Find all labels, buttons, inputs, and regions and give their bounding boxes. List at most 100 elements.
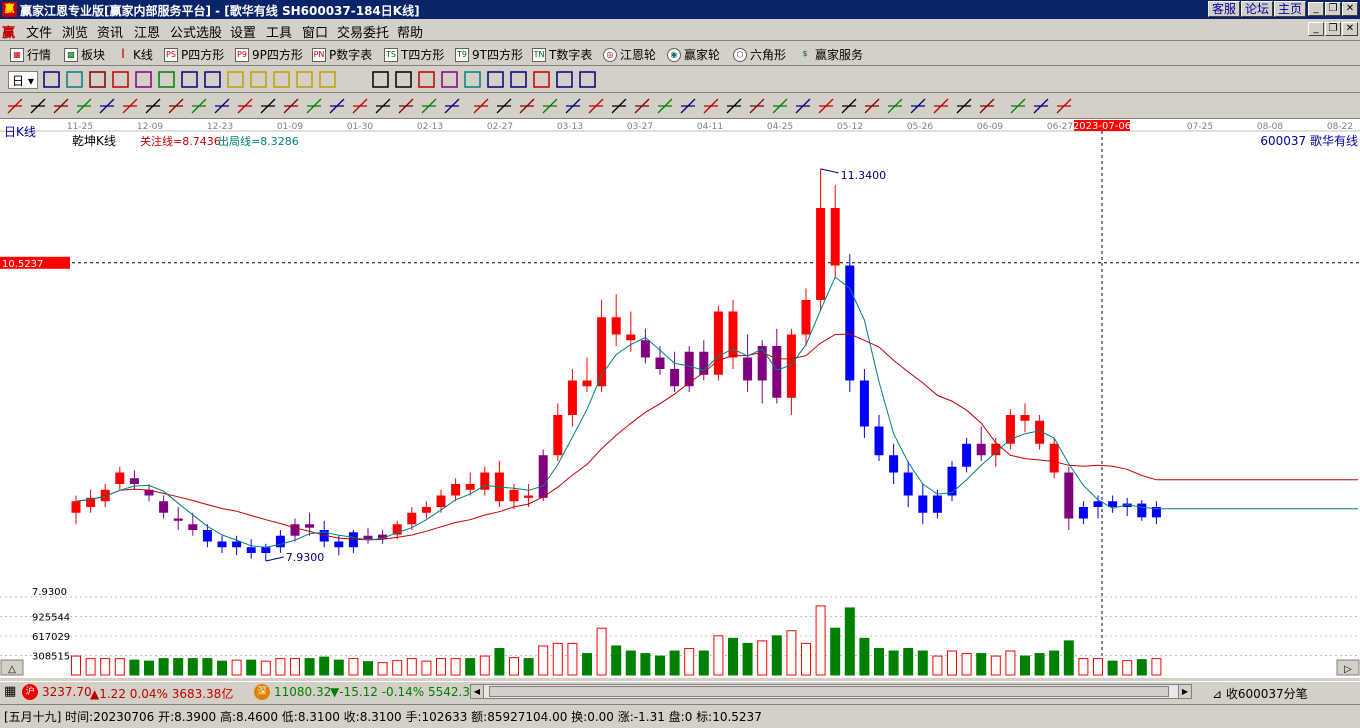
9t-square-button[interactable]: T9 9T四方形	[455, 46, 523, 63]
toolbar-tool-icon[interactable]	[556, 71, 573, 88]
drawing-tool-icon[interactable]	[611, 98, 627, 114]
drawing-tool-icon[interactable]	[168, 98, 184, 114]
9p-square-button[interactable]: P9 9P四方形	[235, 46, 303, 63]
forum-button[interactable]: 论坛	[1241, 1, 1273, 17]
drawing-tool-icon[interactable]	[329, 98, 345, 114]
chart-tools-icons[interactable]	[40, 67, 760, 93]
drawing-tool-icon[interactable]	[887, 98, 903, 114]
toolbar-tool-icon[interactable]	[579, 71, 596, 88]
drawing-tool-icon[interactable]	[818, 98, 834, 114]
p-square-button[interactable]: PS P四方形	[164, 46, 224, 63]
drawing-tool-icon[interactable]	[191, 98, 207, 114]
toolbar-tool-icon[interactable]	[227, 71, 244, 88]
toolbar-tool-icon[interactable]	[43, 71, 60, 88]
drawing-tool-icon[interactable]	[352, 98, 368, 114]
toolbar-tool-icon[interactable]	[319, 71, 336, 88]
drawing-tool-icon[interactable]	[214, 98, 230, 114]
toolbar-tool-icon[interactable]	[487, 71, 504, 88]
scroll-left-icon[interactable]: ◀	[471, 685, 484, 698]
scroll-right-icon[interactable]: ▶	[1178, 685, 1191, 698]
toolbar-tool-icon[interactable]	[112, 71, 129, 88]
drawing-tool-icon[interactable]	[634, 98, 650, 114]
menu-trade[interactable]: 交易委托	[337, 22, 389, 41]
kline-chart[interactable]: 11-25 12-09 12-23 01-09 01-30 02-13 02-27 03-13…	[0, 119, 1360, 678]
child-close-icon[interactable]: ✕	[1342, 22, 1358, 36]
drawing-tool-icon[interactable]	[53, 98, 69, 114]
drawing-tool-icon[interactable]	[519, 98, 535, 114]
t-square-button[interactable]: TS T四方形	[384, 46, 444, 63]
menu-browse[interactable]: 浏览	[62, 22, 88, 41]
support-button[interactable]: 客服	[1208, 1, 1240, 17]
drawing-tool-icon[interactable]	[444, 98, 460, 114]
drawing-tool-icon[interactable]	[76, 98, 92, 114]
drawing-tool-icon[interactable]	[979, 98, 995, 114]
minimize-icon[interactable]: _	[1308, 2, 1324, 16]
toolbar-tool-icon[interactable]	[66, 71, 83, 88]
toolbar-tool-icon[interactable]	[533, 71, 550, 88]
scroll-thumb[interactable]	[489, 686, 1169, 697]
drawing-tool-icon[interactable]	[421, 98, 437, 114]
drawing-tool-icon[interactable]	[398, 98, 414, 114]
drawing-tool-icon[interactable]	[657, 98, 673, 114]
drawing-tool-icon[interactable]	[306, 98, 322, 114]
drawing-tool-icon[interactable]	[145, 98, 161, 114]
restore-icon[interactable]: ❐	[1325, 2, 1341, 16]
drawing-tool-icon[interactable]	[260, 98, 276, 114]
drawing-tool-icon[interactable]	[588, 98, 604, 114]
t-number-table-button[interactable]: TN T数字表	[532, 46, 592, 63]
menu-gann[interactable]: 江恩	[134, 22, 160, 41]
winner-wheel-button[interactable]: ◉ 赢家轮	[667, 46, 720, 63]
drawing-tool-icon[interactable]	[703, 98, 719, 114]
toolbar-tool-icon[interactable]	[158, 71, 175, 88]
drawing-tool-icon[interactable]	[30, 98, 46, 114]
homepage-button[interactable]: 主页	[1274, 1, 1306, 17]
drawing-tool-icon[interactable]	[375, 98, 391, 114]
chart-canvas[interactable]: 11-25 12-09 12-23 01-09 01-30 02-13 02-27 03-13…	[0, 119, 1360, 678]
gann-wheel-button[interactable]: ◎ 江恩轮	[603, 46, 656, 63]
toolbar-tool-icon[interactable]	[372, 71, 389, 88]
drawing-tool-icon[interactable]	[99, 98, 115, 114]
horizontal-scrollbar[interactable]: ◀ ▶	[470, 684, 1192, 699]
menu-help[interactable]: 帮助	[397, 22, 423, 41]
drawing-tool-icon[interactable]	[956, 98, 972, 114]
toolbar-tool-icon[interactable]	[250, 71, 267, 88]
toolbar-tool-icon[interactable]	[135, 71, 152, 88]
quotes-button[interactable]: ▦ 行情	[10, 46, 51, 63]
winner-service-button[interactable]: $ 赢家服务	[798, 46, 863, 63]
drawing-tool-icon[interactable]	[473, 98, 489, 114]
menu-tools[interactable]: 工具	[266, 22, 292, 41]
grid-icon[interactable]: ▦	[4, 684, 16, 699]
drawing-tool-icon[interactable]	[542, 98, 558, 114]
toolbar-tool-icon[interactable]	[273, 71, 290, 88]
drawing-tool-icon[interactable]	[565, 98, 581, 114]
drawing-tool-icon[interactable]	[726, 98, 742, 114]
hexagon-button[interactable]: ⬡ 六角形	[733, 46, 786, 63]
p-number-table-button[interactable]: PN P数字表	[312, 46, 372, 63]
drawing-tool-icon[interactable]	[772, 98, 788, 114]
doc-icon[interactable]: 赢	[2, 22, 15, 41]
drawing-tool-icon[interactable]	[283, 98, 299, 114]
drawing-tool-icon[interactable]	[795, 98, 811, 114]
toolbar-tool-icon[interactable]	[418, 71, 435, 88]
period-select[interactable]: 日 ▾	[8, 71, 38, 89]
toolbar-tool-icon[interactable]	[296, 71, 313, 88]
drawing-tool-icon[interactable]	[680, 98, 696, 114]
child-restore-icon[interactable]: ❐	[1325, 22, 1341, 36]
sectors-button[interactable]: ▩ 板块	[64, 46, 105, 63]
drawing-tool-icon[interactable]	[122, 98, 138, 114]
menu-formula[interactable]: 公式选股	[170, 22, 222, 41]
drawing-tool-icon[interactable]	[749, 98, 765, 114]
close-icon[interactable]: ✕	[1342, 2, 1358, 16]
drawing-tool-icon[interactable]	[496, 98, 512, 114]
drawing-tool-icon[interactable]	[7, 98, 23, 114]
toolbar-tool-icon[interactable]	[89, 71, 106, 88]
toolbar-tool-icon[interactable]	[441, 71, 458, 88]
drawing-tool-icon[interactable]	[1056, 98, 1072, 114]
menu-file[interactable]: 文件	[26, 22, 52, 41]
drawing-tool-icon[interactable]	[864, 98, 880, 114]
menu-info[interactable]: 资讯	[97, 22, 123, 41]
drawing-tool-icon[interactable]	[841, 98, 857, 114]
tick-detail-label[interactable]: ⊿ 收600037分笔	[1212, 685, 1308, 702]
drawing-tool-icon[interactable]	[933, 98, 949, 114]
child-minimize-icon[interactable]: _	[1308, 22, 1324, 36]
